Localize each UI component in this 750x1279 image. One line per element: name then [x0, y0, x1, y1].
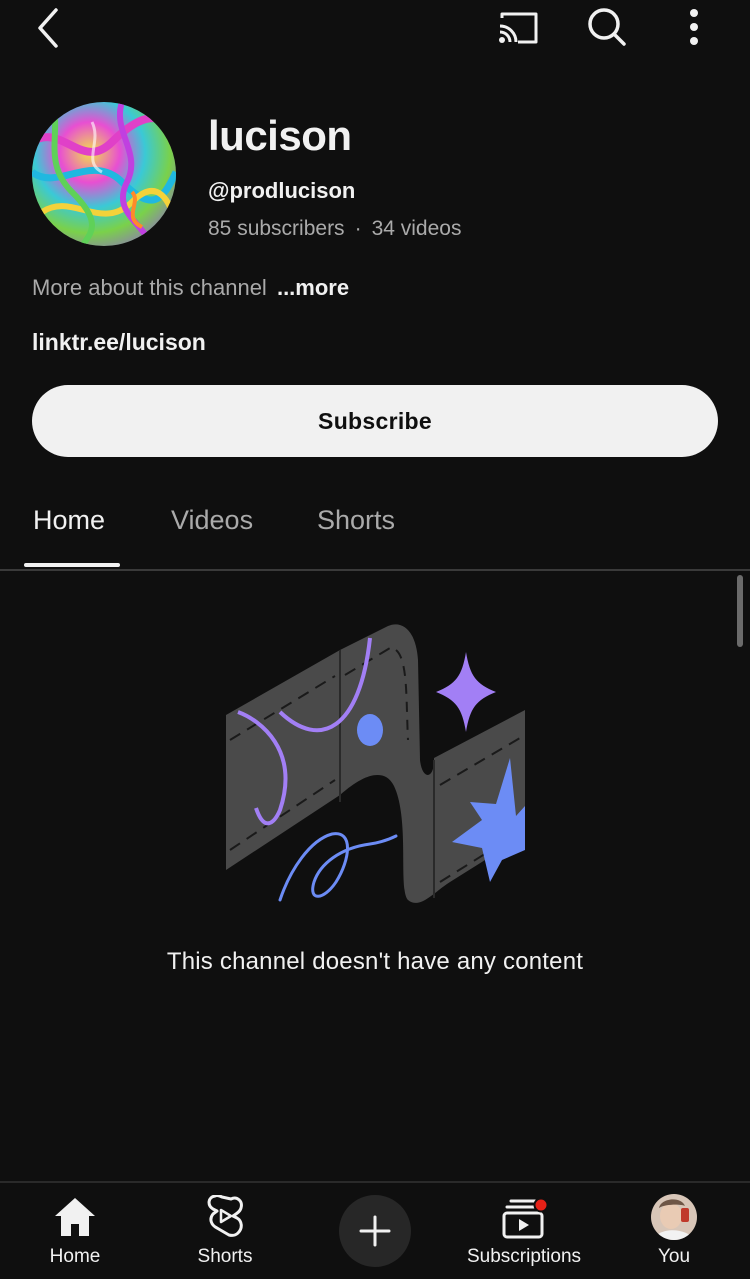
- plus-icon: [359, 1215, 391, 1247]
- nav-home[interactable]: Home: [0, 1183, 150, 1279]
- home-icon: [51, 1193, 99, 1241]
- top-bar: [0, 0, 750, 56]
- bottom-nav: Home Shorts Subscriptions You: [0, 1181, 750, 1279]
- search-icon: [588, 8, 626, 46]
- back-button[interactable]: [26, 4, 70, 52]
- scrollbar[interactable]: [737, 575, 743, 647]
- channel-avatar[interactable]: [32, 102, 176, 246]
- nav-subscriptions-label: Subscriptions: [466, 1246, 582, 1267]
- cast-icon: [499, 12, 538, 44]
- more-link[interactable]: ...more: [277, 275, 349, 300]
- nav-home-label: Home: [49, 1246, 101, 1267]
- more-vertical-icon: [690, 9, 698, 45]
- empty-state-illustration: [220, 620, 530, 910]
- user-avatar: [651, 1194, 697, 1240]
- channel-stats: 85 subscribers · 34 videos: [208, 217, 461, 241]
- chevron-left-icon: [38, 8, 58, 48]
- subscriber-count: 85 subscribers: [208, 217, 345, 240]
- tab-home[interactable]: Home: [33, 505, 105, 536]
- nav-shorts[interactable]: Shorts: [150, 1183, 300, 1279]
- empty-state-message: This channel doesn't have any content: [166, 948, 584, 975]
- channel-name: lucison: [208, 112, 352, 159]
- tab-shorts[interactable]: Shorts: [317, 505, 395, 536]
- video-count: 34 videos: [371, 217, 462, 240]
- nav-you-label: You: [657, 1246, 691, 1267]
- description-text: More about this channel: [32, 275, 267, 300]
- nav-you[interactable]: You: [599, 1183, 749, 1279]
- subscriptions-icon: [500, 1193, 548, 1241]
- channel-description[interactable]: More about this channel ...more: [32, 275, 349, 301]
- channel-tabs: Home Videos Shorts: [0, 485, 750, 571]
- search-button[interactable]: [584, 4, 630, 50]
- shorts-icon: [201, 1193, 249, 1241]
- subscribe-button[interactable]: Subscribe: [32, 385, 718, 457]
- nav-subscriptions[interactable]: Subscriptions: [449, 1183, 599, 1279]
- stats-separator: ·: [354, 217, 362, 240]
- channel-handle: @prodlucison: [208, 178, 356, 203]
- user-avatar-icon: [650, 1193, 698, 1241]
- tab-videos[interactable]: Videos: [171, 505, 253, 536]
- more-options-button[interactable]: [676, 4, 712, 50]
- channel-link[interactable]: linktr.ee/lucison: [32, 329, 206, 356]
- active-tab-indicator: [24, 563, 120, 567]
- create-button[interactable]: [339, 1195, 411, 1267]
- nav-shorts-label: Shorts: [197, 1246, 253, 1267]
- cast-button[interactable]: [494, 6, 542, 50]
